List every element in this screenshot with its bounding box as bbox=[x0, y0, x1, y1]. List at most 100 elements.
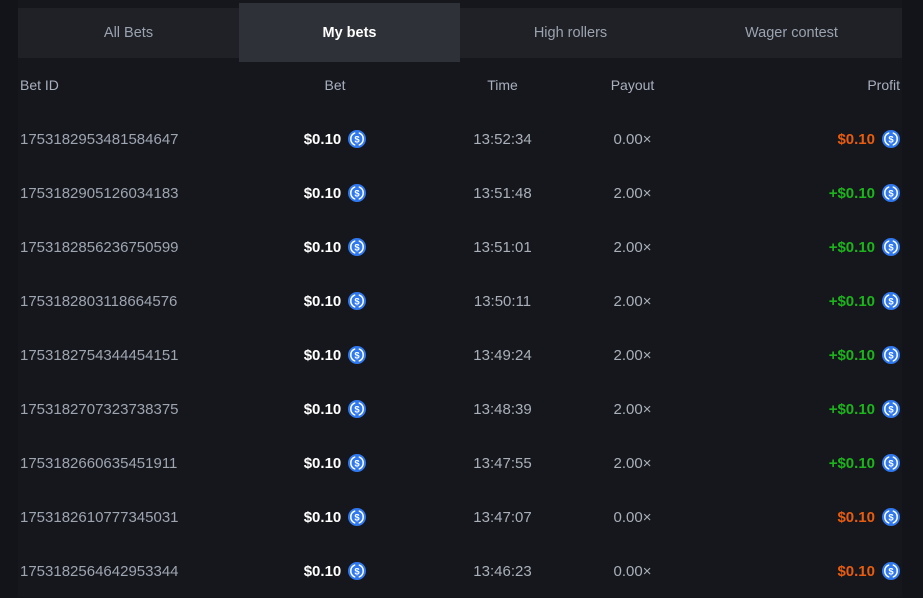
bet-amount: $0.10 $ bbox=[255, 238, 415, 256]
bet-profit: +$0.10 $ bbox=[675, 184, 900, 202]
tab-label: High rollers bbox=[534, 25, 607, 41]
bet-id: 1753182905126034183 bbox=[20, 185, 255, 202]
bet-profit: +$0.10 $ bbox=[675, 292, 900, 310]
bet-time: 13:52:34 bbox=[415, 131, 590, 148]
bet-payout: 2.00× bbox=[590, 239, 675, 256]
svg-text:$: $ bbox=[888, 458, 894, 469]
svg-text:$: $ bbox=[355, 296, 361, 307]
bet-amount: $0.10 $ bbox=[255, 292, 415, 310]
bet-time: 13:47:55 bbox=[415, 455, 590, 472]
svg-text:$: $ bbox=[355, 566, 361, 577]
column-header-bet: Bet bbox=[255, 77, 415, 93]
table-header-row: Bet ID Bet Time Payout Profit bbox=[20, 58, 900, 112]
usdc-coin-icon: $ bbox=[882, 346, 900, 364]
bet-row[interactable]: 1753182754344454151 $0.10 $ 13:49:24 2.0… bbox=[20, 328, 900, 382]
bet-row[interactable]: 1753182856236750599 $0.10 $ 13:51:01 2.0… bbox=[20, 220, 900, 274]
column-header-bet-id: Bet ID bbox=[20, 77, 255, 93]
svg-text:$: $ bbox=[355, 188, 361, 199]
svg-text:$: $ bbox=[888, 296, 894, 307]
tab-wager-contest[interactable]: Wager contest bbox=[681, 8, 902, 58]
bet-time: 13:50:11 bbox=[415, 293, 590, 310]
bet-id: 1753182856236750599 bbox=[20, 239, 255, 256]
bet-row[interactable]: 1753182953481584647 $0.10 $ 13:52:34 0.0… bbox=[20, 112, 900, 166]
usdc-coin-icon: $ bbox=[882, 238, 900, 256]
bet-payout: 0.00× bbox=[590, 509, 675, 526]
usdc-coin-icon: $ bbox=[882, 184, 900, 202]
usdc-coin-icon: $ bbox=[348, 184, 366, 202]
bet-id: 1753182953481584647 bbox=[20, 131, 255, 148]
usdc-coin-icon: $ bbox=[882, 292, 900, 310]
bet-payout: 0.00× bbox=[590, 563, 675, 580]
bet-id: 1753182803118664576 bbox=[20, 293, 255, 310]
column-header-profit: Profit bbox=[675, 77, 900, 93]
svg-text:$: $ bbox=[888, 350, 894, 361]
bet-amount: $0.10 $ bbox=[255, 400, 415, 418]
bets-table: Bet ID Bet Time Payout Profit 1753182953… bbox=[18, 58, 902, 598]
bet-row[interactable]: 1753182803118664576 $0.10 $ 13:50:11 2.0… bbox=[20, 274, 900, 328]
svg-text:$: $ bbox=[888, 188, 894, 199]
bet-profit: +$0.10 $ bbox=[675, 238, 900, 256]
bet-profit: $0.10 $ bbox=[675, 562, 900, 580]
usdc-coin-icon: $ bbox=[348, 454, 366, 472]
bet-payout: 2.00× bbox=[590, 347, 675, 364]
bet-time: 13:51:48 bbox=[415, 185, 590, 202]
usdc-coin-icon: $ bbox=[882, 400, 900, 418]
bet-row[interactable]: 1753182610777345031 $0.10 $ 13:47:07 0.0… bbox=[20, 490, 900, 544]
bet-profit: +$0.10 $ bbox=[675, 346, 900, 364]
bets-tab-bar: All Bets My bets High rollers Wager cont… bbox=[18, 8, 902, 58]
bet-time: 13:48:39 bbox=[415, 401, 590, 418]
tab-my-bets[interactable]: My bets bbox=[239, 3, 460, 62]
bet-profit: $0.10 $ bbox=[675, 130, 900, 148]
tab-high-rollers[interactable]: High rollers bbox=[460, 8, 681, 58]
tab-label: All Bets bbox=[104, 25, 153, 41]
bet-payout: 2.00× bbox=[590, 401, 675, 418]
svg-text:$: $ bbox=[355, 350, 361, 361]
bet-row[interactable]: 1753182905126034183 $0.10 $ 13:51:48 2.0… bbox=[20, 166, 900, 220]
tab-label: Wager contest bbox=[745, 25, 838, 41]
bet-amount: $0.10 $ bbox=[255, 346, 415, 364]
usdc-coin-icon: $ bbox=[882, 130, 900, 148]
tab-all-bets[interactable]: All Bets bbox=[18, 8, 239, 58]
bet-payout: 0.00× bbox=[590, 131, 675, 148]
bet-profit: $0.10 $ bbox=[675, 508, 900, 526]
usdc-coin-icon: $ bbox=[348, 292, 366, 310]
bet-amount: $0.10 $ bbox=[255, 508, 415, 526]
usdc-coin-icon: $ bbox=[882, 454, 900, 472]
svg-text:$: $ bbox=[888, 566, 894, 577]
usdc-coin-icon: $ bbox=[882, 508, 900, 526]
tab-label: My bets bbox=[323, 25, 377, 41]
svg-text:$: $ bbox=[888, 404, 894, 415]
bet-id: 1753182564642953344 bbox=[20, 563, 255, 580]
bet-row[interactable]: 1753182660635451911 $0.10 $ 13:47:55 2.0… bbox=[20, 436, 900, 490]
bet-payout: 2.00× bbox=[590, 185, 675, 202]
bet-row[interactable]: 1753182707323738375 $0.10 $ 13:48:39 2.0… bbox=[20, 382, 900, 436]
bet-row[interactable]: 1753182564642953344 $0.10 $ 13:46:23 0.0… bbox=[20, 544, 900, 598]
bet-amount: $0.10 $ bbox=[255, 130, 415, 148]
bet-payout: 2.00× bbox=[590, 455, 675, 472]
svg-text:$: $ bbox=[355, 512, 361, 523]
bet-amount: $0.10 $ bbox=[255, 454, 415, 472]
bet-profit: +$0.10 $ bbox=[675, 400, 900, 418]
bet-time: 13:51:01 bbox=[415, 239, 590, 256]
svg-text:$: $ bbox=[355, 134, 361, 145]
column-header-time: Time bbox=[415, 77, 590, 93]
svg-text:$: $ bbox=[355, 404, 361, 415]
column-header-payout: Payout bbox=[590, 77, 675, 93]
svg-text:$: $ bbox=[888, 512, 894, 523]
usdc-coin-icon: $ bbox=[348, 346, 366, 364]
usdc-coin-icon: $ bbox=[348, 130, 366, 148]
bet-id: 1753182707323738375 bbox=[20, 401, 255, 418]
bet-id: 1753182754344454151 bbox=[20, 347, 255, 364]
bet-time: 13:49:24 bbox=[415, 347, 590, 364]
bet-time: 13:46:23 bbox=[415, 563, 590, 580]
bets-panel: All Bets My bets High rollers Wager cont… bbox=[18, 0, 902, 597]
bet-payout: 2.00× bbox=[590, 293, 675, 310]
bet-id: 1753182610777345031 bbox=[20, 509, 255, 526]
bet-profit: +$0.10 $ bbox=[675, 454, 900, 472]
usdc-coin-icon: $ bbox=[348, 562, 366, 580]
bet-amount: $0.10 $ bbox=[255, 184, 415, 202]
bet-id: 1753182660635451911 bbox=[20, 455, 255, 472]
usdc-coin-icon: $ bbox=[348, 508, 366, 526]
bet-amount: $0.10 $ bbox=[255, 562, 415, 580]
bet-time: 13:47:07 bbox=[415, 509, 590, 526]
